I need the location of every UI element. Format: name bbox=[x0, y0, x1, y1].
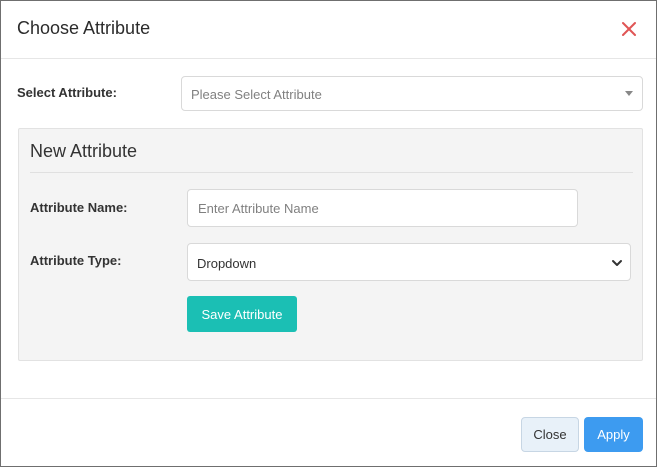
close-x-icon[interactable] bbox=[619, 19, 639, 39]
select-attribute-dropdown[interactable]: Please Select Attribute bbox=[181, 76, 643, 111]
save-attribute-button[interactable]: Save Attribute bbox=[187, 296, 297, 332]
attribute-name-input[interactable] bbox=[187, 189, 578, 227]
modal-header: Choose Attribute bbox=[1, 1, 656, 59]
new-attribute-title: New Attribute bbox=[30, 141, 138, 161]
attribute-name-label: Attribute Name: bbox=[30, 200, 128, 215]
close-button[interactable]: Close bbox=[521, 417, 579, 452]
panel-divider bbox=[30, 172, 633, 173]
caret-down-icon bbox=[625, 91, 633, 96]
attribute-type-label: Attribute Type: bbox=[30, 253, 122, 268]
chevron-down-icon bbox=[612, 260, 622, 266]
choose-attribute-modal: Choose Attribute Select Attribute: Pleas… bbox=[0, 0, 657, 467]
attribute-type-value: Dropdown bbox=[197, 256, 257, 271]
select-attribute-placeholder: Please Select Attribute bbox=[191, 87, 322, 102]
attribute-type-select[interactable]: Dropdown bbox=[187, 243, 631, 281]
apply-button[interactable]: Apply bbox=[584, 417, 643, 452]
select-attribute-label: Select Attribute: bbox=[17, 85, 117, 100]
modal-title: Choose Attribute bbox=[17, 18, 151, 38]
